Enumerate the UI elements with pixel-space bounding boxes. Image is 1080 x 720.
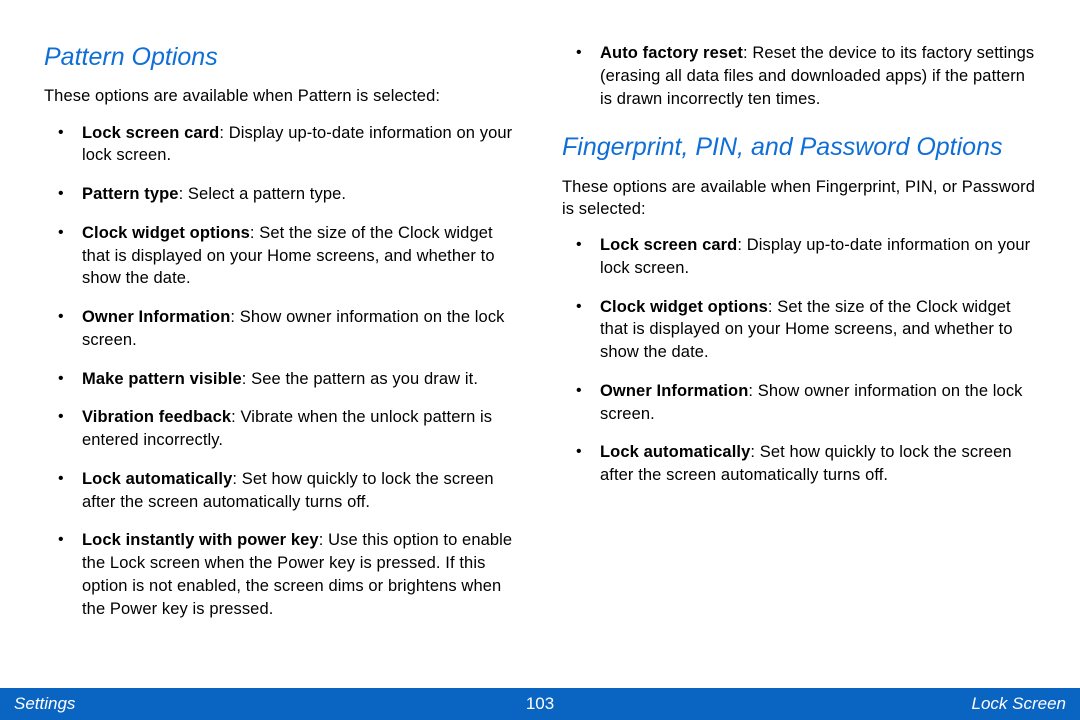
list-item: Make pattern visible: See the pattern as… — [74, 368, 518, 391]
footer-page-number: 103 — [526, 694, 554, 714]
list-item: Vibration feedback: Vibrate when the unl… — [74, 406, 518, 452]
term: Vibration feedback — [82, 408, 231, 426]
term: Lock screen card — [600, 236, 737, 254]
intro-pattern: These options are available when Pattern… — [44, 85, 518, 107]
intro-fpp: These options are available when Fingerp… — [562, 176, 1036, 221]
list-item: Owner Information: Show owner informatio… — [74, 306, 518, 352]
heading-fingerprint-pin-password: Fingerprint, PIN, and Password Options — [562, 132, 1036, 163]
term: Clock widget options — [600, 298, 768, 316]
term: Clock widget options — [82, 224, 250, 242]
page-footer: Settings 103 Lock Screen — [0, 688, 1080, 720]
term: Lock screen card — [82, 124, 219, 142]
list-item: Lock screen card: Display up-to-date inf… — [592, 234, 1036, 280]
list-item: Lock instantly with power key: Use this … — [74, 529, 518, 620]
heading-pattern-options: Pattern Options — [44, 42, 518, 73]
fpp-options-list: Lock screen card: Display up-to-date inf… — [562, 234, 1036, 487]
manual-page: Pattern Options These options are availa… — [0, 0, 1080, 720]
list-item: Lock automatically: Set how quickly to l… — [74, 468, 518, 514]
footer-left: Settings — [14, 694, 75, 714]
continued-list: Auto factory reset: Reset the device to … — [562, 42, 1036, 110]
term: Owner Information — [82, 308, 230, 326]
term: Owner Information — [600, 382, 748, 400]
list-item: Clock widget options: Set the size of th… — [74, 222, 518, 290]
right-column: Auto factory reset: Reset the device to … — [562, 36, 1036, 676]
pattern-options-list: Lock screen card: Display up-to-date inf… — [44, 122, 518, 621]
term: Auto factory reset — [600, 44, 743, 62]
term: Lock instantly with power key — [82, 531, 319, 549]
list-item: Owner Information: Show owner informatio… — [592, 380, 1036, 426]
desc: : See the pattern as you draw it. — [242, 370, 478, 388]
list-item: Pattern type: Select a pattern type. — [74, 183, 518, 206]
desc: : Select a pattern type. — [179, 185, 347, 203]
list-item: Lock automatically: Set how quickly to l… — [592, 441, 1036, 487]
term: Lock automatically — [600, 443, 750, 461]
term: Make pattern visible — [82, 370, 242, 388]
two-column-layout: Pattern Options These options are availa… — [44, 36, 1036, 676]
footer-right: Lock Screen — [972, 694, 1067, 714]
list-item: Auto factory reset: Reset the device to … — [592, 42, 1036, 110]
left-column: Pattern Options These options are availa… — [44, 36, 518, 676]
term: Pattern type — [82, 185, 179, 203]
list-item: Clock widget options: Set the size of th… — [592, 296, 1036, 364]
list-item: Lock screen card: Display up-to-date inf… — [74, 122, 518, 168]
term: Lock automatically — [82, 470, 232, 488]
